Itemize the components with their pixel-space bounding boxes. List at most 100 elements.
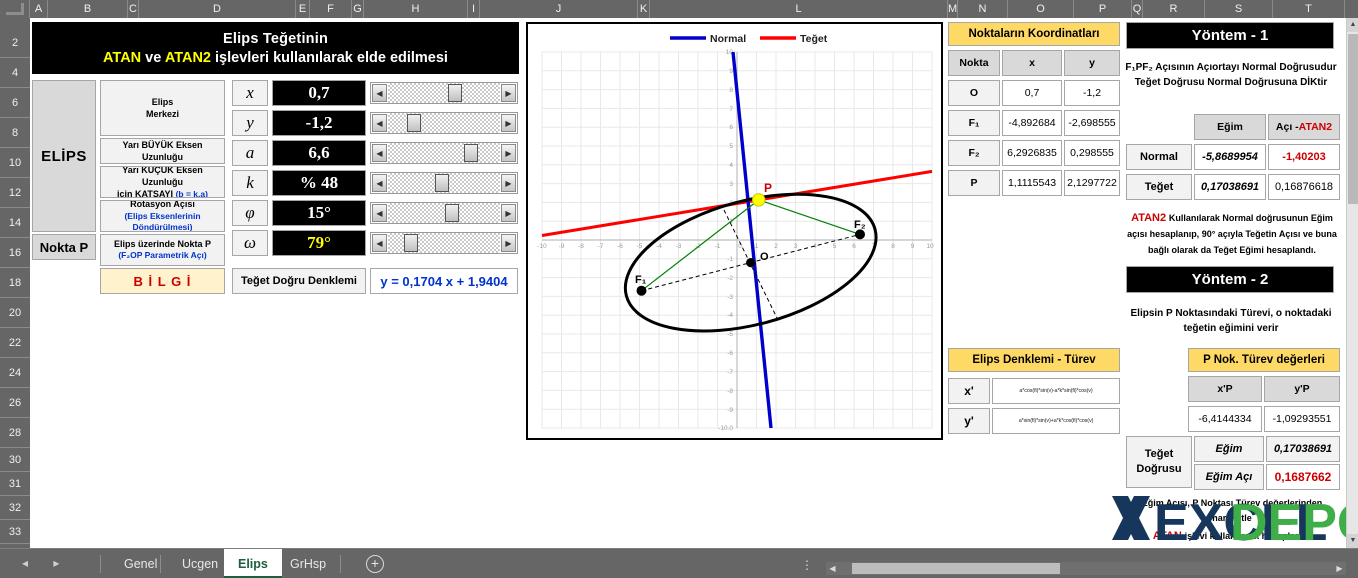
value-phi[interactable]: 15° bbox=[272, 200, 366, 226]
value-x[interactable]: 0,7 bbox=[272, 80, 366, 106]
value-k[interactable]: % 48 bbox=[272, 170, 366, 196]
vertical-scrollbar[interactable]: ▲ ▼ bbox=[1346, 18, 1358, 548]
slider-k[interactable]: ◀ ▶ bbox=[370, 172, 518, 194]
horizontal-scrollbar[interactable]: ◀ ▶ bbox=[826, 562, 1346, 575]
row-header-4[interactable]: 4 bbox=[0, 58, 30, 88]
column-header-t[interactable]: T bbox=[1273, 0, 1345, 18]
slider-a-thumb[interactable] bbox=[463, 144, 478, 162]
row-header-2[interactable]: 2 bbox=[0, 28, 30, 58]
slider-x-right-arrow[interactable]: ▶ bbox=[501, 84, 516, 102]
column-header-q[interactable]: Q bbox=[1132, 0, 1143, 18]
row-header-10[interactable]: 10 bbox=[0, 148, 30, 178]
column-header-r[interactable]: R bbox=[1143, 0, 1205, 18]
column-header-c[interactable]: C bbox=[128, 0, 139, 18]
sheet-tab-genel[interactable]: Genel bbox=[110, 549, 171, 578]
row-header-33[interactable]: 33 bbox=[0, 520, 30, 544]
slider-k-left-arrow[interactable]: ◀ bbox=[372, 174, 387, 192]
column-header-d[interactable]: D bbox=[139, 0, 296, 18]
slider-phi-right-arrow[interactable]: ▶ bbox=[501, 204, 516, 222]
slider-phi-thumb[interactable] bbox=[445, 204, 460, 222]
sheet-nav-next-icon[interactable]: ▸ bbox=[53, 556, 59, 570]
group-label-point-p: Nokta P bbox=[32, 234, 96, 260]
slider-y-left-arrow[interactable]: ◀ bbox=[372, 114, 387, 132]
column-header-g[interactable]: G bbox=[352, 0, 364, 18]
sheet-nav-prev-icon[interactable]: ◂ bbox=[22, 556, 28, 570]
hscroll-right-arrow[interactable]: ▶ bbox=[1333, 562, 1346, 575]
column-header-m[interactable]: M bbox=[948, 0, 958, 18]
slider-y-right-arrow[interactable]: ▶ bbox=[501, 114, 516, 132]
slider-x-thumb[interactable] bbox=[448, 84, 463, 102]
tab-overflow-dots[interactable]: ⋮ bbox=[801, 558, 813, 572]
row-header-12[interactable]: 12 bbox=[0, 178, 30, 208]
row-header-16[interactable]: 16 bbox=[0, 238, 30, 268]
slider-omega-right-arrow[interactable]: ▶ bbox=[501, 234, 516, 252]
sheet-tab-grhsp[interactable]: GrHsp bbox=[276, 549, 340, 578]
sheet-tab-elips[interactable]: Elips bbox=[224, 549, 282, 578]
column-header-j[interactable]: J bbox=[480, 0, 638, 18]
column-header-k[interactable]: K bbox=[638, 0, 650, 18]
row-header-30[interactable]: 30 bbox=[0, 448, 30, 472]
slider-x[interactable]: ◀ ▶ bbox=[370, 82, 518, 104]
slider-omega-thumb[interactable] bbox=[404, 234, 419, 252]
column-header-o[interactable]: O bbox=[1008, 0, 1074, 18]
column-header-s[interactable]: S bbox=[1205, 0, 1273, 18]
page-title-banner: Elips Teğetinin ATAN ve ATAN2 işlevleri … bbox=[32, 22, 519, 74]
row-header-22[interactable]: 22 bbox=[0, 328, 30, 358]
sheet-tab-ucgen[interactable]: Ucgen bbox=[168, 549, 232, 578]
column-header-b[interactable]: B bbox=[48, 0, 128, 18]
title-ve: ve bbox=[145, 49, 162, 66]
ellipse-chart[interactable]: 10 9 8 7 6 5 4 3 2 1 -1 -2 -3 -4 -5 -6 -7 -8 -9 -10.0… bbox=[526, 22, 943, 440]
column-header-f[interactable]: F bbox=[310, 0, 352, 18]
column-header-p[interactable]: P bbox=[1074, 0, 1132, 18]
info-button[interactable]: B İ L G İ bbox=[100, 268, 225, 294]
horizontal-scrollbar-thumb[interactable] bbox=[852, 563, 1060, 574]
slider-phi-track[interactable] bbox=[388, 203, 500, 223]
column-header-l[interactable]: L bbox=[650, 0, 948, 18]
slider-y[interactable]: ◀ ▶ bbox=[370, 112, 518, 134]
slider-omega[interactable]: ◀ ▶ bbox=[370, 232, 518, 254]
slider-a-track[interactable] bbox=[388, 143, 500, 163]
column-header-e[interactable]: E bbox=[296, 0, 310, 18]
column-header-h[interactable]: H bbox=[364, 0, 468, 18]
row-header-32[interactable]: 32 bbox=[0, 496, 30, 520]
column-header-n[interactable]: N bbox=[958, 0, 1008, 18]
scroll-up-arrow[interactable]: ▲ bbox=[1347, 18, 1358, 32]
slider-phi[interactable]: ◀ ▶ bbox=[370, 202, 518, 224]
slider-y-thumb[interactable] bbox=[407, 114, 422, 132]
slider-x-left-arrow[interactable]: ◀ bbox=[372, 84, 387, 102]
row-header-18[interactable]: 18 bbox=[0, 268, 30, 298]
column-header-a[interactable]: A bbox=[30, 0, 48, 18]
row-header-24[interactable]: 24 bbox=[0, 358, 30, 388]
vertical-scrollbar-thumb[interactable] bbox=[1348, 34, 1358, 204]
sheet-nav-arrows[interactable]: ◂ ▸ bbox=[22, 556, 81, 570]
slider-a-right-arrow[interactable]: ▶ bbox=[501, 144, 516, 162]
row-header-31[interactable]: 31 bbox=[0, 472, 30, 496]
hscroll-left-arrow[interactable]: ◀ bbox=[826, 562, 839, 575]
add-sheet-button[interactable]: + bbox=[366, 555, 384, 573]
slider-a[interactable]: ◀ ▶ bbox=[370, 142, 518, 164]
row-header-20[interactable]: 20 bbox=[0, 298, 30, 328]
slider-omega-left-arrow[interactable]: ◀ bbox=[372, 234, 387, 252]
column-header-i[interactable]: I bbox=[468, 0, 480, 18]
svg-text:-7: -7 bbox=[598, 243, 604, 250]
slider-a-left-arrow[interactable]: ◀ bbox=[372, 144, 387, 162]
value-a[interactable]: 6,6 bbox=[272, 140, 366, 166]
svg-text:7: 7 bbox=[729, 106, 733, 113]
row-header-14[interactable]: 14 bbox=[0, 208, 30, 238]
row-header-6[interactable]: 6 bbox=[0, 88, 30, 118]
select-all-corner[interactable] bbox=[0, 0, 30, 18]
row-header-26[interactable]: 26 bbox=[0, 388, 30, 418]
method1-header-angle-fn: ATAN2 bbox=[1298, 121, 1333, 133]
value-y[interactable]: -1,2 bbox=[272, 110, 366, 136]
slider-phi-left-arrow[interactable]: ◀ bbox=[372, 204, 387, 222]
value-omega[interactable]: 79° bbox=[272, 230, 366, 256]
symbol-x: x bbox=[232, 80, 268, 106]
slider-k-right-arrow[interactable]: ▶ bbox=[501, 174, 516, 192]
worksheet-grid[interactable]: Elips Teğetinin ATAN ve ATAN2 işlevleri … bbox=[30, 18, 1346, 548]
slider-k-thumb[interactable] bbox=[434, 174, 449, 192]
slider-y-track[interactable] bbox=[388, 113, 500, 133]
row-header-28[interactable]: 28 bbox=[0, 418, 30, 448]
scroll-down-arrow[interactable]: ▼ bbox=[1347, 534, 1358, 548]
row-header-8[interactable]: 8 bbox=[0, 118, 30, 148]
slider-x-track[interactable] bbox=[388, 83, 500, 103]
